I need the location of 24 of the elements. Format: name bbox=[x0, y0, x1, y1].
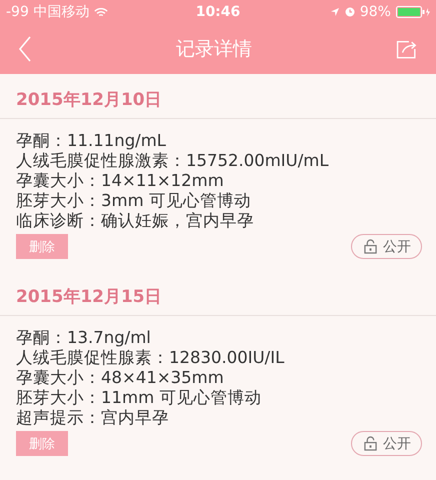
record-date: 2015年12月10日 bbox=[0, 74, 436, 119]
location-arrow-icon bbox=[330, 7, 340, 17]
padlock-icon bbox=[364, 436, 377, 451]
record-detail: 孕酮：13.7ng/ml bbox=[16, 328, 152, 348]
carrier-label: -99 中国移动 bbox=[6, 3, 90, 21]
record-detail: 胚芽大小：3mm 可见心管博动 bbox=[16, 191, 252, 211]
record-detail: 人绒毛膜促性腺素：12830.00IU/IL bbox=[16, 348, 286, 368]
wifi-icon bbox=[94, 6, 108, 18]
padlock-icon bbox=[364, 239, 377, 254]
record-detail: 孕囊大小：14×11×12mm bbox=[16, 171, 225, 191]
public-toggle-button[interactable]: 公开 bbox=[351, 234, 422, 259]
record-detail: 人绒毛膜促性腺激素：15752.00mIU/mL bbox=[16, 151, 330, 171]
page-title: 记录详情 bbox=[176, 37, 252, 62]
clock-time: 10:46 bbox=[196, 4, 240, 20]
record-detail: 临床诊断：确认妊娠，宫内早孕 bbox=[16, 211, 255, 231]
record-detail: 超声提示：宫内早孕 bbox=[16, 408, 170, 428]
record-detail: 孕囊大小：48×41×35mm bbox=[16, 368, 225, 388]
record-detail: 孕酮：11.11ng/mL bbox=[16, 131, 167, 151]
record-date: 2015年12月15日 bbox=[0, 271, 436, 316]
public-toggle-button[interactable]: 公开 bbox=[351, 431, 422, 456]
battery-charging-icon bbox=[396, 6, 430, 18]
battery-percent: 98% bbox=[360, 4, 391, 20]
record-detail: 胚芽大小：11mm 可见心管博动 bbox=[16, 388, 262, 408]
alarm-clock-icon bbox=[344, 7, 355, 17]
